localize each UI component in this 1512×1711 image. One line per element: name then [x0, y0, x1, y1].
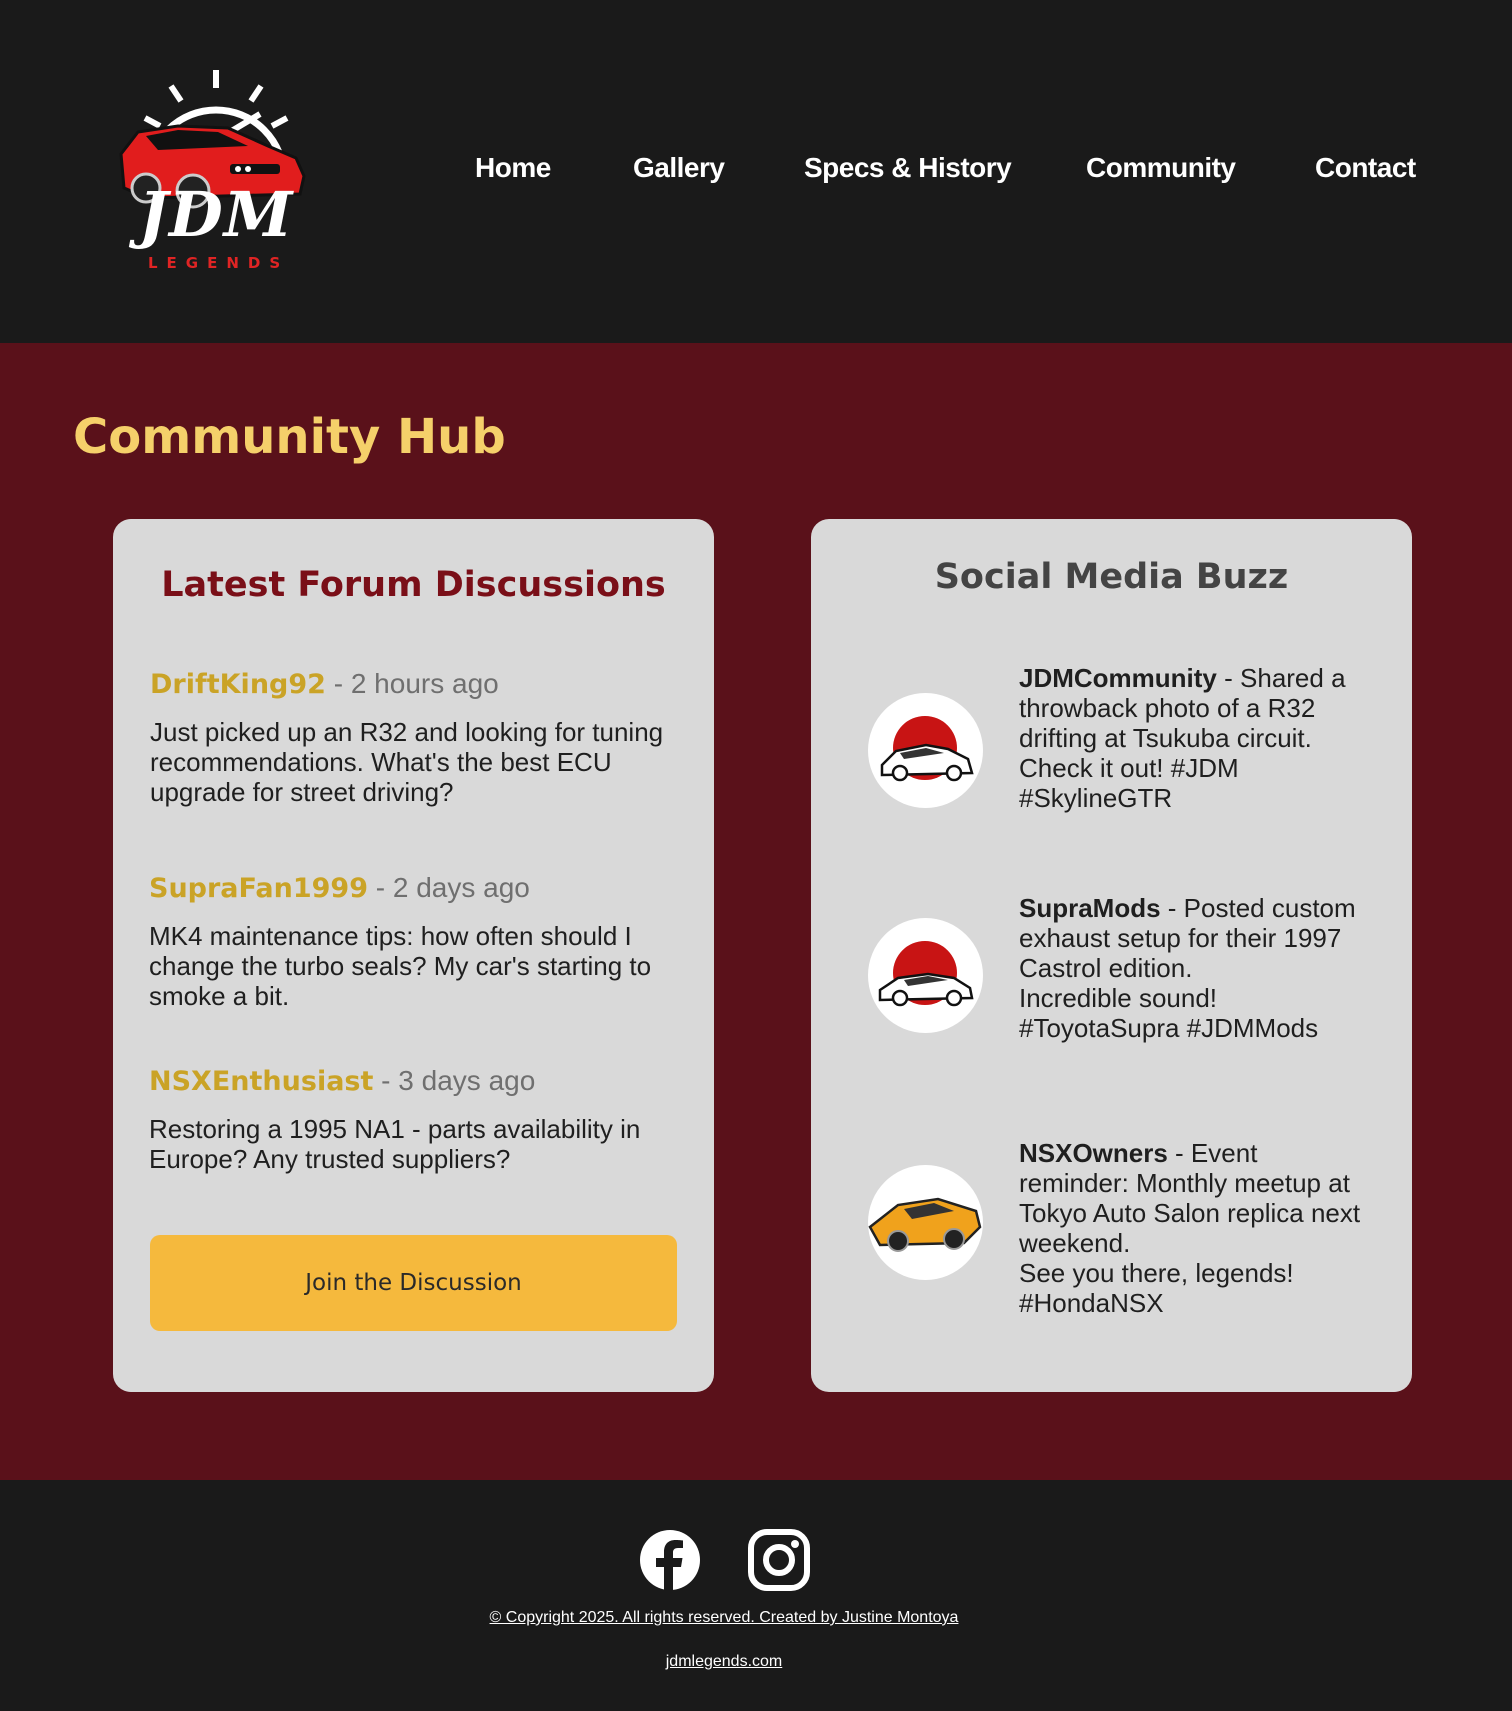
- social-post-text: SupraMods - Posted custom exhaust setup …: [1019, 893, 1356, 1043]
- post-time: - 2 hours ago: [325, 668, 499, 699]
- site-header: JDM LEGENDS Home Gallery Specs & History…: [0, 0, 1512, 343]
- site-footer: © Copyright 2025. All rights reserved. C…: [0, 1480, 1512, 1711]
- nav-home[interactable]: Home: [475, 152, 551, 184]
- post-time: - 3 days ago: [373, 1065, 536, 1096]
- social-username[interactable]: SupraMods: [1019, 893, 1161, 923]
- nav-specs-history[interactable]: Specs & History: [804, 152, 1012, 184]
- supra-car-icon: [878, 941, 974, 1007]
- social-card-title: Social Media Buzz: [934, 557, 1289, 597]
- skyline-car-icon: [880, 716, 974, 782]
- social-post-text: NSXOwners - Event reminder: Monthly meet…: [1019, 1138, 1361, 1318]
- nav-contact[interactable]: Contact: [1315, 152, 1416, 184]
- forum-post[interactable]: DriftKing92 - 2 hours ago Just picked up…: [150, 667, 690, 807]
- post-body: Just picked up an R32 and looking for tu…: [150, 717, 664, 808]
- facebook-icon[interactable]: [639, 1529, 701, 1591]
- nav-gallery[interactable]: Gallery: [633, 152, 725, 184]
- post-time: - 2 days ago: [367, 872, 530, 903]
- post-meta: SupraFan1999 - 2 days ago: [149, 871, 689, 905]
- post-meta: DriftKing92 - 2 hours ago: [150, 667, 690, 701]
- logo-sub-text: LEGENDS: [148, 254, 290, 272]
- social-username[interactable]: NSXOwners: [1019, 1138, 1168, 1168]
- forum-post[interactable]: NSXEnthusiast - 3 days ago Restoring a 1…: [149, 1064, 689, 1174]
- page-title: Community Hub: [73, 409, 506, 465]
- join-discussion-button[interactable]: Join the Discussion: [150, 1235, 677, 1331]
- avatar: [868, 693, 983, 808]
- nsx-car-icon: [868, 1197, 982, 1252]
- post-body: Restoring a 1995 NA1 - parts availabilit…: [149, 1114, 641, 1175]
- post-username[interactable]: DriftKing92: [150, 669, 326, 700]
- avatar: [868, 1165, 983, 1280]
- avatar: [868, 918, 983, 1033]
- main-nav: Home Gallery Specs & History Community C…: [0, 152, 1512, 196]
- forum-post[interactable]: SupraFan1999 - 2 days ago MK4 maintenanc…: [149, 871, 689, 1011]
- post-username[interactable]: NSXEnthusiast: [149, 1066, 373, 1097]
- forum-card-title: Latest Forum Discussions: [161, 565, 666, 605]
- post-body: MK4 maintenance tips: how often should I…: [149, 921, 652, 1012]
- site-url-link[interactable]: jdmlegends.com: [0, 1653, 1448, 1671]
- instagram-icon[interactable]: [748, 1529, 810, 1591]
- post-username[interactable]: SupraFan1999: [149, 873, 368, 904]
- copyright-link[interactable]: © Copyright 2025. All rights reserved. C…: [0, 1609, 1448, 1627]
- forum-card: Latest Forum Discussions DriftKing92 - 2…: [113, 519, 714, 1392]
- nav-community[interactable]: Community: [1086, 152, 1236, 184]
- social-card: Social Media Buzz JDMCommunity - Shared …: [811, 519, 1412, 1392]
- social-username[interactable]: JDMCommunity: [1019, 663, 1217, 693]
- social-post-text: JDMCommunity - Shared a throwback photo …: [1019, 663, 1346, 813]
- community-section: Community Hub Latest Forum Discussions D…: [0, 343, 1512, 1480]
- post-meta: NSXEnthusiast - 3 days ago: [149, 1064, 689, 1098]
